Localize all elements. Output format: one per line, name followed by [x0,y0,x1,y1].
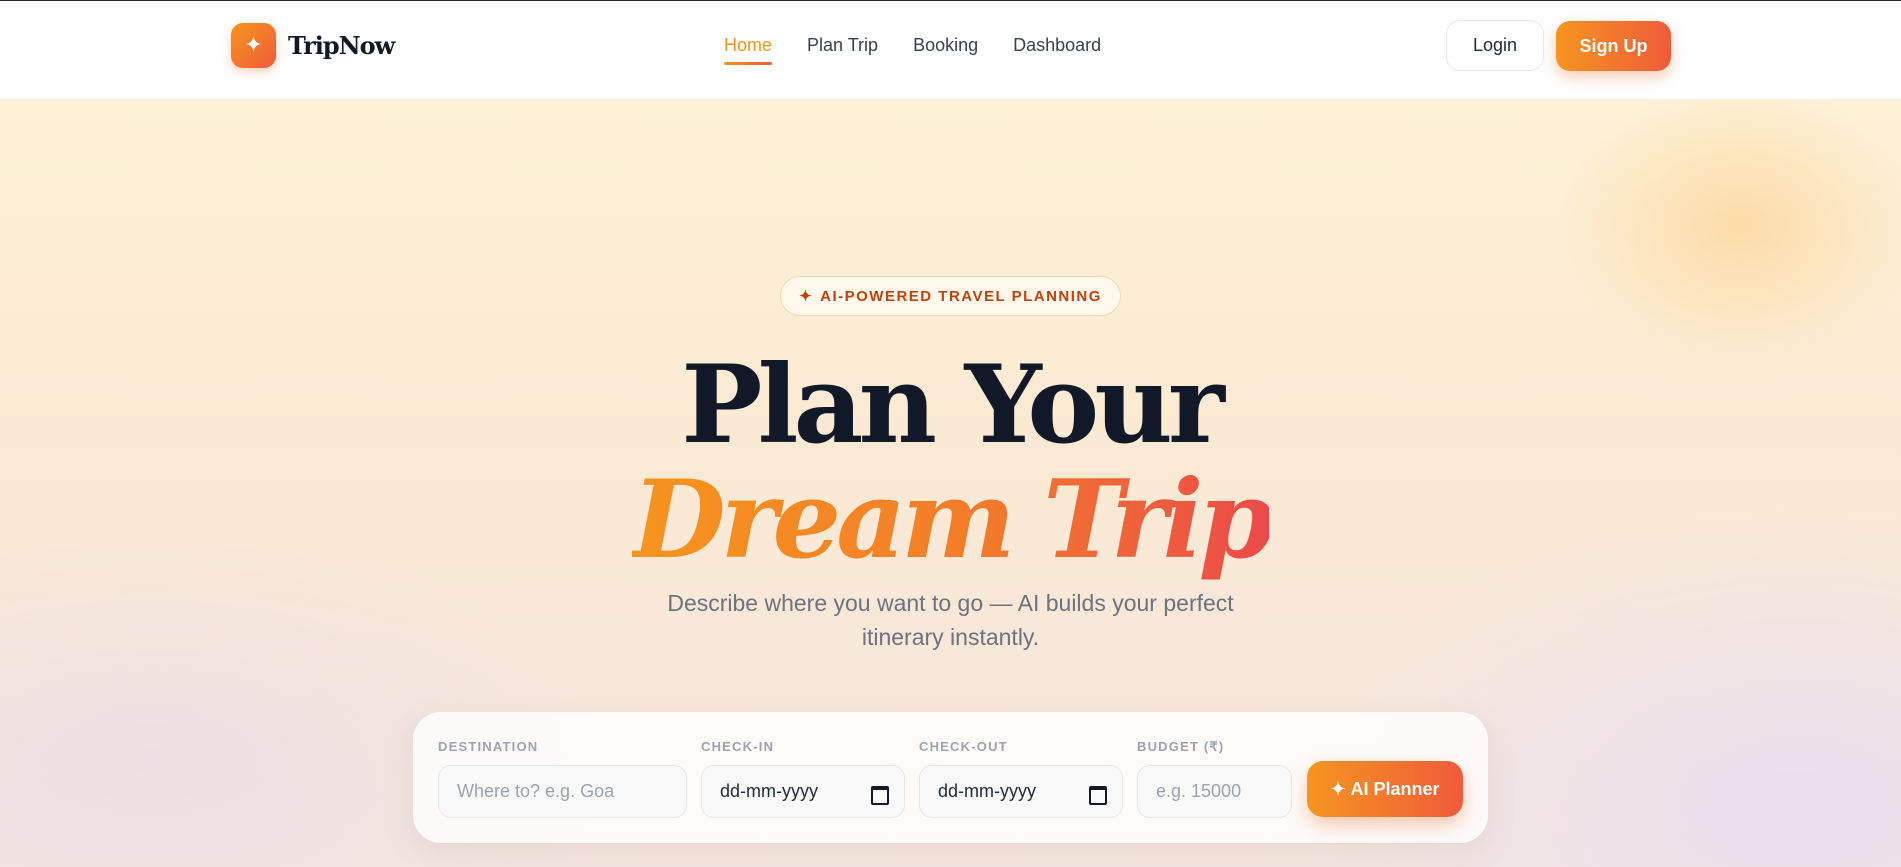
ai-planner-label: AI Planner [1350,778,1440,799]
nav-item-plan-trip[interactable]: Plan Trip [807,35,878,62]
checkout-value: dd-mm-yyyy [938,781,1036,801]
hero-title-line1: Plan Your [681,342,1225,468]
nav-item-dashboard[interactable]: Dashboard [1013,35,1101,62]
checkin-field-group: CHECK-IN dd-mm-yyyy [701,739,905,818]
trip-search-form: DESTINATION Where to? e.g. Goa CHECK-IN … [413,712,1488,843]
budget-input[interactable]: e.g. 15000 [1137,765,1292,818]
destination-label: DESTINATION [438,739,539,754]
login-button[interactable]: Login [1446,20,1544,71]
ai-planner-button[interactable]: ✦ AI Planner [1307,761,1463,817]
checkout-date-input[interactable]: dd-mm-yyyy [919,765,1123,818]
main-nav: Home Plan Trip Booking Dashboard [724,35,1136,65]
budget-field-group: BUDGET (₹) e.g. 15000 [1137,739,1292,818]
site-header: ✦ TripNow Home Plan Trip Booking Dashboa… [0,1,1901,100]
sparkle-icon: ✦ [1330,778,1346,799]
checkin-value: dd-mm-yyyy [720,781,818,801]
calendar-icon[interactable] [870,784,889,805]
brand-logo[interactable]: ✦ TripNow [231,23,395,68]
calendar-icon[interactable] [1088,784,1107,805]
hero-title-highlight: Dream Trip [631,457,1274,583]
brand-name: TripNow [288,31,395,60]
hero-title-line2: Dream Trip [0,455,1901,585]
checkout-label: CHECK-OUT [919,739,1008,754]
destination-field-group: DESTINATION Where to? e.g. Goa [438,739,687,818]
sparkle-icon: ✦ [799,288,814,305]
badge-text: AI-POWERED TRAVEL PLANNING [820,287,1102,305]
checkin-date-input[interactable]: dd-mm-yyyy [701,765,905,818]
nav-item-booking[interactable]: Booking [913,35,978,62]
sparkle-icon: ✦ [231,23,276,68]
destination-input[interactable]: Where to? e.g. Goa [438,765,687,818]
signup-button[interactable]: Sign Up [1556,21,1671,71]
nav-item-home[interactable]: Home [724,35,773,65]
budget-label: BUDGET (₹) [1137,739,1225,754]
destination-placeholder: Where to? e.g. Goa [457,781,615,801]
hero-subtitle: Describe where you want to go — AI build… [667,590,1234,650]
budget-placeholder: e.g. 15000 [1156,781,1242,801]
checkout-field-group: CHECK-OUT dd-mm-yyyy [919,739,1123,818]
checkin-label: CHECK-IN [701,739,775,754]
hero-section: ✦ AI-POWERED TRAVEL PLANNING Plan Your D… [0,100,1901,867]
ai-badge: ✦ AI-POWERED TRAVEL PLANNING [780,276,1121,316]
